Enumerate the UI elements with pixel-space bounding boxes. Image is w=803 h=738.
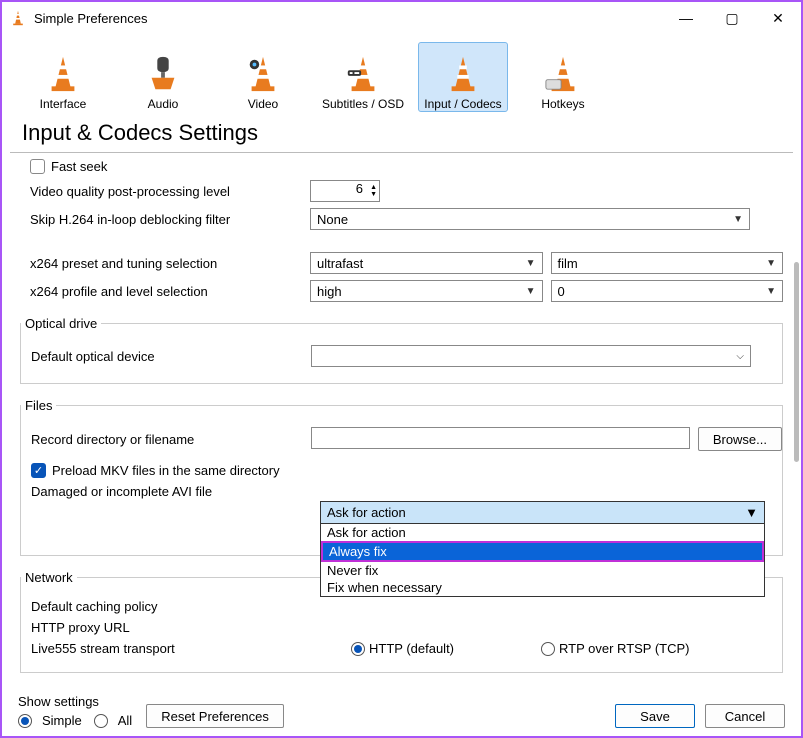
tab-interface[interactable]: Interface xyxy=(18,42,108,112)
x264-level-select[interactable]: 0▼ xyxy=(551,280,784,302)
video-icon xyxy=(244,55,282,93)
optical-default-select[interactable]: ⌵ xyxy=(311,345,751,367)
avi-select[interactable]: Ask for action ▼ xyxy=(321,502,764,524)
avi-label: Damaged or incomplete AVI file xyxy=(21,484,301,499)
chevron-down-icon: ▼ xyxy=(745,505,758,520)
tab-hotkeys[interactable]: Hotkeys xyxy=(518,42,608,112)
preload-mkv-checkbox[interactable]: ✓ xyxy=(31,463,46,478)
fast-seek-checkbox[interactable] xyxy=(30,159,45,174)
avi-option-never-fix[interactable]: Never fix xyxy=(321,562,764,579)
reset-preferences-button[interactable]: Reset Preferences xyxy=(146,704,284,728)
audio-icon xyxy=(144,55,182,93)
tab-video[interactable]: Video xyxy=(218,42,308,112)
subtitles-icon xyxy=(344,55,382,93)
fast-seek-label: Fast seek xyxy=(51,159,107,174)
vlc-cone-icon xyxy=(10,10,26,26)
show-settings-label: Show settings xyxy=(18,694,132,709)
proxy-label: HTTP proxy URL xyxy=(21,620,301,635)
chevron-down-icon: ▼ xyxy=(526,286,536,297)
maximize-button[interactable]: ▢ xyxy=(709,2,755,34)
chevron-down-icon: ▼ xyxy=(733,214,743,225)
save-button[interactable]: Save xyxy=(615,704,695,728)
browse-button[interactable]: Browse... xyxy=(698,427,782,451)
caching-label: Default caching policy xyxy=(21,599,301,614)
show-simple-radio[interactable] xyxy=(18,714,32,728)
codecs-icon xyxy=(444,55,482,93)
avi-dropdown-open[interactable]: Ask for action ▼ Ask for action Always f… xyxy=(320,501,765,597)
avi-option-always-fix[interactable]: Always fix xyxy=(321,541,764,562)
live555-label: Live555 stream transport xyxy=(21,641,341,656)
dialog-footer: Show settings Simple All Reset Preferenc… xyxy=(0,694,803,728)
cancel-button[interactable]: Cancel xyxy=(705,704,785,728)
avi-option-fix-when-necessary[interactable]: Fix when necessary xyxy=(321,579,764,596)
record-label: Record directory or filename xyxy=(21,432,301,447)
chevron-down-icon: ⌵ xyxy=(736,351,744,362)
chevron-down-icon: ▼ xyxy=(526,258,536,269)
preload-mkv-label: Preload MKV files in the same directory xyxy=(52,463,280,478)
tab-subtitles[interactable]: Subtitles / OSD xyxy=(318,42,408,112)
x264-tuning-select[interactable]: film▼ xyxy=(551,252,784,274)
show-all-radio[interactable] xyxy=(94,714,108,728)
optical-default-label: Default optical device xyxy=(21,349,301,364)
scrollbar-thumb[interactable] xyxy=(794,262,799,462)
settings-content: Fast seek Video quality post-processing … xyxy=(2,159,801,673)
window-title: Simple Preferences xyxy=(34,11,663,26)
x264-preset-label: x264 preset and tuning selection xyxy=(20,256,300,271)
http-radio[interactable] xyxy=(351,642,365,656)
category-toolbar: Interface Audio Video Subtitles / OSD In… xyxy=(2,34,801,116)
content-scrollbar[interactable] xyxy=(794,262,799,676)
optical-fieldset: Optical drive Default optical device ⌵ xyxy=(20,316,783,384)
chevron-down-icon: ▼ xyxy=(766,286,776,297)
x264-profile-label: x264 profile and level selection xyxy=(20,284,300,299)
x264-profile-select[interactable]: high▼ xyxy=(310,280,543,302)
tab-input-codecs[interactable]: Input / Codecs xyxy=(418,42,508,112)
minimize-button[interactable]: — xyxy=(663,2,709,34)
avi-option-ask[interactable]: Ask for action xyxy=(321,524,764,541)
skip-select[interactable]: None ▼ xyxy=(310,208,750,230)
rtp-radio[interactable] xyxy=(541,642,555,656)
vq-label: Video quality post-processing level xyxy=(20,184,300,199)
spinner-arrows-icon[interactable]: ▲▼ xyxy=(365,181,377,201)
page-title: Input & Codecs Settings xyxy=(10,116,793,153)
close-button[interactable]: ✕ xyxy=(755,2,801,34)
record-input[interactable] xyxy=(311,427,690,449)
chevron-down-icon: ▼ xyxy=(766,258,776,269)
interface-icon xyxy=(44,55,82,93)
hotkeys-icon xyxy=(544,55,582,93)
vq-spinner[interactable]: 6 ▲▼ xyxy=(310,180,380,202)
tab-audio[interactable]: Audio xyxy=(118,42,208,112)
x264-preset-select[interactable]: ultrafast▼ xyxy=(310,252,543,274)
skip-label: Skip H.264 in-loop deblocking filter xyxy=(20,212,300,227)
window-titlebar: Simple Preferences — ▢ ✕ xyxy=(2,2,801,34)
